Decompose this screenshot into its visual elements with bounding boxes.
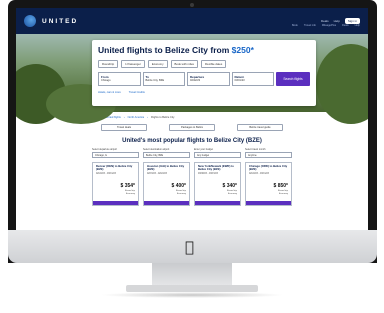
filter-label: Enter your budget bbox=[194, 148, 214, 151]
return-value: 03/01/23 bbox=[234, 78, 245, 82]
subnav-mileageplus[interactable]: MileagePlus bbox=[322, 24, 336, 27]
quick-links: Travel deals Packages to Belize Belize t… bbox=[16, 124, 368, 131]
from-value: Chicago bbox=[101, 78, 111, 82]
travel-deals-button[interactable]: Travel deals bbox=[101, 124, 147, 131]
fare-meta: Round trip Economy bbox=[175, 190, 186, 195]
departure-airport-select[interactable]: Chicago, IL bbox=[92, 152, 139, 158]
fare-tile[interactable]: Chicago (ORD) to Belize City (BZE) 02/22… bbox=[245, 162, 292, 206]
filter-label: Select travel month bbox=[245, 148, 266, 151]
packages-button[interactable]: Packages to Belize bbox=[169, 124, 215, 131]
fare-price: $ 340* bbox=[222, 183, 237, 189]
depart-date-field[interactable]: Departure 02/22/23 bbox=[187, 72, 230, 86]
subnav-deals[interactable]: Deals bbox=[342, 24, 349, 27]
subnav-travel-info[interactable]: Travel info bbox=[304, 24, 316, 27]
imac-mockup: UNITED Deals Help Sign in Book Travel in… bbox=[0, 0, 384, 313]
travel-credits-link[interactable]: Travel Credits bbox=[129, 91, 145, 94]
flexible-dates-checkbox[interactable]: Flexible dates bbox=[200, 60, 227, 68]
to-field[interactable]: To Belize City, BZE bbox=[142, 72, 185, 86]
fare-meta: Round trip Economy bbox=[226, 190, 237, 195]
budget-filter: Enter your budget Any budget bbox=[194, 148, 241, 158]
fare-dates: 03/08/23 - 03/15/23 bbox=[198, 172, 218, 175]
filter-label: Select destination airport bbox=[143, 148, 170, 151]
passengers-select[interactable]: 1 Passenger bbox=[121, 60, 145, 68]
to-value: Belize City, BZE bbox=[145, 78, 165, 82]
globe-logo-icon[interactable] bbox=[24, 15, 36, 27]
from-field[interactable]: From Chicago bbox=[98, 72, 141, 86]
flight-search-card: United flights to Belize City from $250*… bbox=[92, 40, 316, 106]
sub-nav: Book Travel info MileagePlus Deals Help bbox=[292, 24, 360, 27]
destination-filter: Select destination airport Belize City, … bbox=[143, 148, 190, 158]
filter-label: Select departure airport bbox=[92, 148, 117, 151]
month-filter: Select travel month Anytime bbox=[245, 148, 292, 158]
hero-title-price: $250* bbox=[231, 45, 254, 55]
book-with-miles-checkbox[interactable]: Book with miles bbox=[170, 60, 198, 68]
book-now-button[interactable] bbox=[195, 201, 240, 205]
destination-airport-select[interactable]: Belize City, BZE bbox=[143, 152, 190, 158]
monitor-stand bbox=[152, 263, 232, 285]
travel-guide-button[interactable]: Belize travel guide bbox=[237, 124, 283, 131]
fare-tile[interactable]: New York/Newark (EWR) to Belize City (BZ… bbox=[194, 162, 241, 206]
travel-month-select[interactable]: Anytime bbox=[245, 152, 292, 158]
hero-title-text: United flights to Belize City from bbox=[98, 45, 232, 55]
breadcrumb-separator: › bbox=[147, 116, 148, 119]
browser-screen: UNITED Deals Help Sign in Book Travel in… bbox=[16, 8, 368, 230]
fare-meta: Round trip Economy bbox=[277, 190, 288, 195]
return-date-field[interactable]: Return 03/01/23 bbox=[231, 72, 274, 86]
monitor-stand-base bbox=[126, 285, 258, 292]
fare-price: $ 850* bbox=[273, 183, 288, 189]
nav-link-help[interactable]: Help bbox=[334, 19, 340, 23]
budget-input[interactable]: Any budget bbox=[194, 152, 241, 158]
brand-name[interactable]: UNITED bbox=[42, 18, 78, 25]
trip-type-select[interactable]: Roundtrip bbox=[98, 60, 119, 68]
fare-dates: 02/22/23 - 03/01/23 bbox=[249, 172, 269, 175]
fare-dates: 02/22/23 - 03/01/23 bbox=[96, 172, 116, 175]
book-now-button[interactable] bbox=[93, 201, 138, 205]
fare-price: $ 354* bbox=[120, 183, 135, 189]
fare-price: $ 400* bbox=[171, 183, 186, 189]
fare-route: Houston (IAH) to Belize City (BZE) bbox=[147, 164, 185, 172]
subnav-help[interactable]: Help bbox=[355, 24, 360, 27]
hero-banner: United flights to Belize City from $250*… bbox=[16, 34, 368, 124]
fare-route: Denver (DEN) to Belize City (BZE) bbox=[96, 164, 133, 172]
top-nav: UNITED Deals Help Sign in Book Travel in… bbox=[16, 8, 368, 34]
fare-tile[interactable]: Denver (DEN) to Belize City (BZE) 02/22/… bbox=[92, 162, 139, 206]
breadcrumb-north-america[interactable]: North America bbox=[128, 116, 144, 119]
cabin-select[interactable]: Economy bbox=[147, 60, 168, 68]
fare-filters: Select departure airport Chicago, IL Sel… bbox=[16, 148, 368, 158]
breadcrumb-separator: › bbox=[123, 116, 125, 119]
camera-icon bbox=[190, 3, 194, 7]
hotels-cars-link[interactable]: Hotels, cars & more bbox=[98, 91, 121, 94]
section-title: United's most popular flights to Belize … bbox=[122, 138, 262, 144]
fare-route: Chicago (ORD) to Belize City (BZE) bbox=[249, 164, 288, 172]
fare-tiles: Denver (DEN) to Belize City (BZE) 02/22/… bbox=[16, 162, 368, 206]
fare-dates: 02/15/23 - 02/22/23 bbox=[147, 172, 167, 175]
breadcrumb-current: Flights to Belize City bbox=[150, 116, 175, 119]
subnav-book[interactable]: Book bbox=[292, 24, 298, 27]
fare-meta: Round trip Economy bbox=[124, 190, 135, 195]
search-flights-button[interactable]: Search flights bbox=[276, 72, 310, 86]
fare-route: New York/Newark (EWR) to Belize City (BZ… bbox=[198, 164, 234, 172]
depart-value: 02/22/23 bbox=[190, 78, 201, 82]
book-now-button[interactable] bbox=[246, 201, 291, 205]
hero-title: United flights to Belize City from $250* bbox=[98, 45, 310, 55]
apple-logo-icon:  bbox=[185, 238, 194, 256]
fare-tile[interactable]: Houston (IAH) to Belize City (BZE) 02/15… bbox=[143, 162, 190, 206]
nav-link-deals[interactable]: Deals bbox=[321, 19, 329, 23]
book-now-button[interactable] bbox=[144, 201, 189, 205]
departure-filter: Select departure airport Chicago, IL bbox=[92, 148, 139, 158]
stand-shadow bbox=[100, 292, 284, 298]
